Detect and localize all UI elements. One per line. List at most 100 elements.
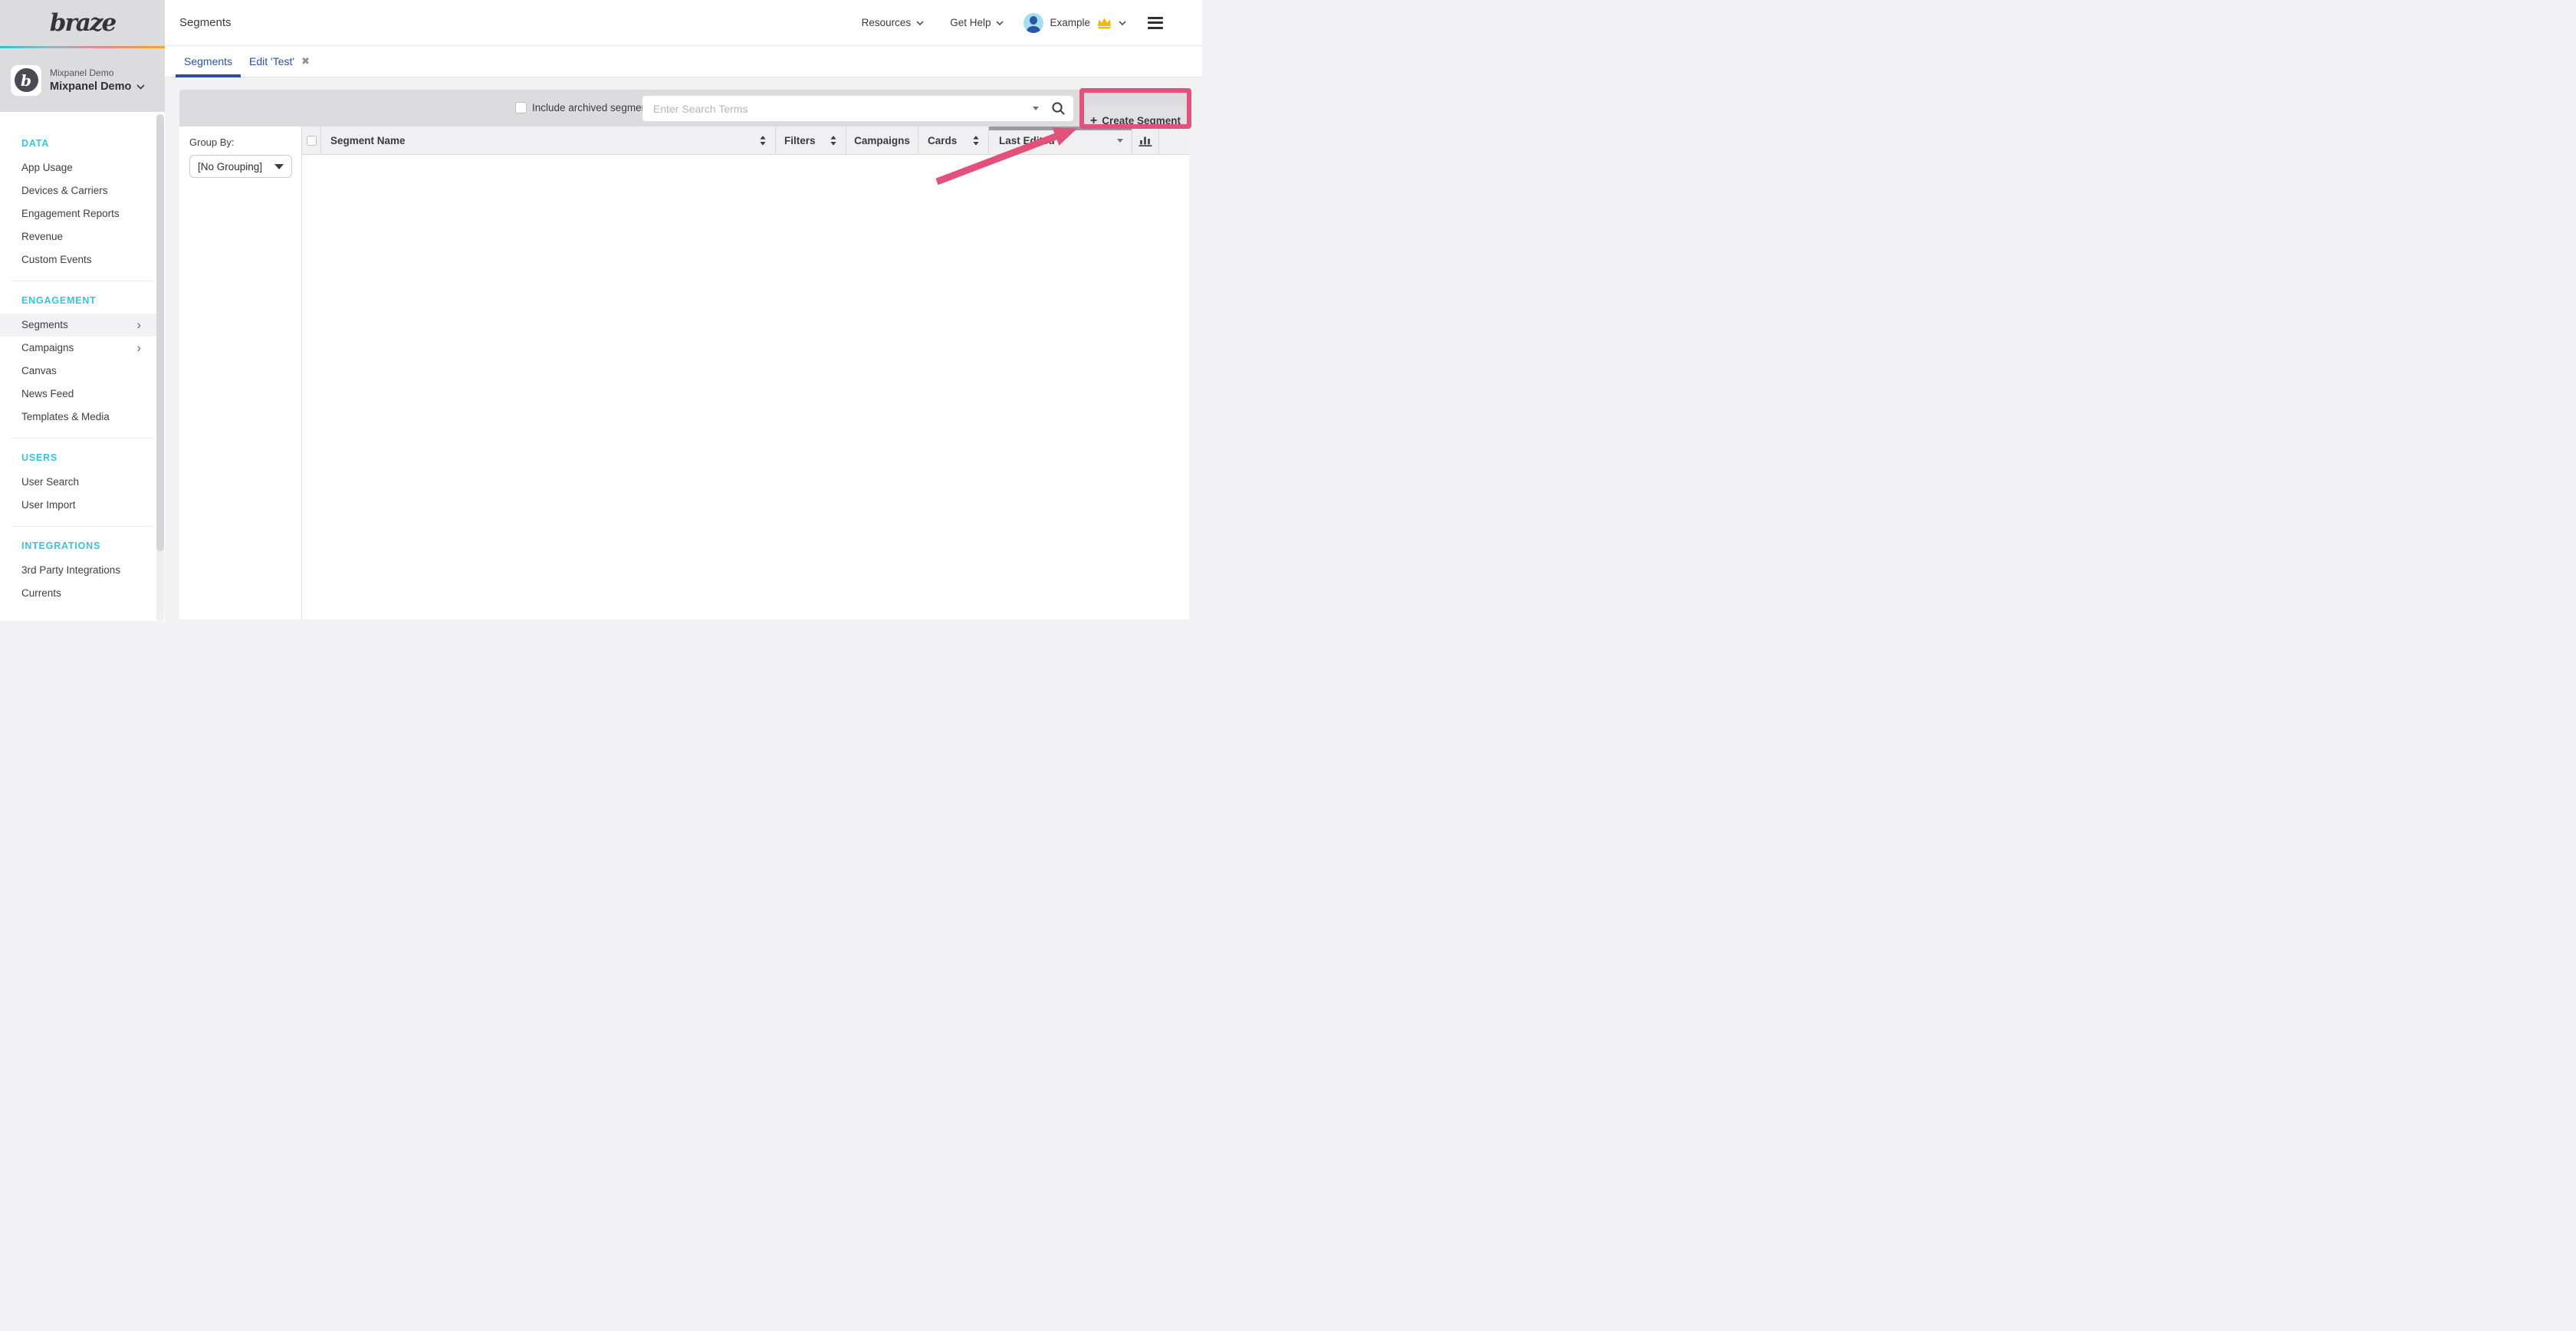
- group-by-value: [No Grouping]: [198, 161, 274, 173]
- sort-caret-icon[interactable]: [1117, 139, 1123, 143]
- sidebar-item-label: Campaigns: [21, 342, 74, 353]
- sidebar-nav: DATA App Usage Devices & Carriers Engage…: [0, 112, 165, 605]
- column-header-actions: [1159, 127, 1189, 154]
- table-header-row: Segment Name Filters Campaigns: [302, 127, 1189, 155]
- get-help-menu[interactable]: Get Help: [950, 17, 1004, 28]
- hamburger-menu-icon[interactable]: [1148, 17, 1163, 29]
- chevron-down-icon: [916, 21, 924, 25]
- sidebar-item-segments[interactable]: Segments ›: [0, 314, 156, 337]
- tab-label: Segments: [184, 55, 232, 67]
- top-bar: Segments Resources Get Help Example: [165, 0, 1202, 46]
- chevron-right-icon: ›: [136, 314, 141, 337]
- column-header-analytics[interactable]: [1132, 127, 1159, 154]
- table-body-empty: [302, 155, 1189, 619]
- sidebar-item-label: Engagement Reports: [21, 208, 120, 219]
- sort-icon[interactable]: [973, 136, 979, 146]
- sidebar-item-label: Canvas: [21, 365, 57, 376]
- segments-toolbar: Include archived segments + Create Segme…: [179, 90, 1189, 127]
- sidebar: braze b Mixpanel Demo Mixpanel Demo DATA…: [0, 0, 165, 621]
- dropdown-caret-icon: [274, 164, 284, 169]
- workspace-switcher[interactable]: b Mixpanel Demo Mixpanel Demo: [0, 48, 165, 112]
- nav-section-title-users: USERS: [0, 448, 165, 468]
- sidebar-item-canvas[interactable]: Canvas: [0, 360, 156, 383]
- chevron-down-icon: [136, 84, 145, 90]
- sidebar-item-news-feed[interactable]: News Feed: [0, 383, 156, 406]
- sidebar-item-custom-events[interactable]: Custom Events: [0, 248, 156, 271]
- tab-edit-test[interactable]: Edit 'Test' ✖: [241, 46, 318, 77]
- column-header-last-edited[interactable]: Last Edited: [989, 127, 1132, 154]
- get-help-label: Get Help: [950, 17, 991, 28]
- sidebar-item-app-usage[interactable]: App Usage: [0, 156, 156, 179]
- sidebar-item-label: Custom Events: [21, 254, 92, 265]
- sidebar-item-engagement-reports[interactable]: Engagement Reports: [0, 202, 156, 225]
- page-title: Segments: [179, 16, 232, 29]
- search-dropdown-caret-icon[interactable]: [1033, 107, 1039, 110]
- column-header-cards[interactable]: Cards: [918, 127, 989, 154]
- segments-table: Segment Name Filters Campaigns: [302, 127, 1189, 619]
- sidebar-item-label: 3rd Party Integrations: [21, 564, 120, 576]
- search-input[interactable]: [653, 103, 1033, 115]
- sidebar-item-revenue[interactable]: Revenue: [0, 225, 156, 248]
- sidebar-item-currents[interactable]: Currents: [0, 582, 156, 605]
- tab-segments[interactable]: Segments: [176, 46, 241, 77]
- resources-menu[interactable]: Resources: [862, 17, 925, 28]
- user-menu[interactable]: Example: [1024, 13, 1126, 33]
- sidebar-item-user-search[interactable]: User Search: [0, 471, 156, 494]
- sidebar-item-label: Templates & Media: [21, 411, 110, 422]
- brand-header: braze: [0, 0, 165, 46]
- sidebar-item-label: App Usage: [21, 162, 73, 173]
- close-tab-icon[interactable]: ✖: [301, 55, 310, 67]
- workspace-initial: b: [15, 68, 38, 92]
- select-all-checkbox[interactable]: [307, 136, 317, 146]
- tab-bar: Segments Edit 'Test' ✖: [165, 46, 1202, 77]
- search-icon[interactable]: [1051, 101, 1066, 116]
- segment-search-box: [642, 96, 1073, 121]
- group-by-label: Group By:: [189, 136, 291, 148]
- main-area: Segments Resources Get Help Example: [165, 0, 1202, 621]
- sort-icon[interactable]: [760, 136, 766, 146]
- nav-divider: [12, 438, 153, 439]
- sidebar-item-label: Currents: [21, 587, 61, 599]
- select-all-cell: [302, 127, 321, 154]
- plus-icon: +: [1090, 114, 1097, 128]
- sort-icon[interactable]: [830, 136, 836, 146]
- archived-checkbox[interactable]: [515, 102, 527, 113]
- nav-section-title-integrations: INTEGRATIONS: [0, 536, 165, 556]
- resources-label: Resources: [862, 17, 912, 28]
- crown-icon: [1096, 17, 1112, 29]
- sidebar-item-devices-carriers[interactable]: Devices & Carriers: [0, 179, 156, 202]
- column-header-campaigns[interactable]: Campaigns: [846, 127, 918, 154]
- group-by-panel: Group By: [No Grouping]: [179, 127, 302, 619]
- sidebar-item-label: User Search: [21, 476, 79, 488]
- create-segment-label: Create Segment: [1102, 115, 1181, 127]
- nav-divider: [12, 526, 153, 527]
- sidebar-item-3rd-party-integrations[interactable]: 3rd Party Integrations: [0, 559, 156, 582]
- workspace-name: Mixpanel Demo: [50, 81, 131, 93]
- tab-label: Edit 'Test': [249, 55, 294, 67]
- archived-checkbox-label: Include archived segments: [532, 102, 656, 113]
- braze-logo: braze: [50, 9, 115, 37]
- sidebar-item-user-import[interactable]: User Import: [0, 494, 156, 517]
- sidebar-item-label: Segments: [21, 319, 68, 330]
- sidebar-item-label: Devices & Carriers: [21, 185, 108, 196]
- sidebar-item-campaigns[interactable]: Campaigns ›: [0, 337, 156, 360]
- sidebar-scrollbar-thumb[interactable]: [156, 114, 164, 551]
- column-header-segment-name[interactable]: Segment Name: [321, 127, 776, 154]
- sidebar-item-label: User Import: [21, 499, 76, 511]
- sidebar-item-templates-media[interactable]: Templates & Media: [0, 406, 156, 429]
- segments-content: Include archived segments + Create Segme…: [179, 77, 1189, 619]
- sidebar-item-label: Revenue: [21, 231, 63, 242]
- bar-chart-icon: [1138, 134, 1153, 147]
- group-by-select[interactable]: [No Grouping]: [189, 155, 292, 178]
- nav-section-title-data: DATA: [0, 133, 165, 153]
- nav-section-title-engagement: ENGAGEMENT: [0, 291, 165, 311]
- avatar: [1024, 13, 1043, 33]
- chevron-right-icon: ›: [136, 337, 141, 360]
- column-drag-indicator: [989, 127, 1132, 130]
- chevron-down-icon: [996, 21, 1004, 25]
- workspace-icon: b: [11, 65, 41, 96]
- column-header-filters[interactable]: Filters: [776, 127, 846, 154]
- workspace-company-label: Mixpanel Demo: [50, 67, 145, 78]
- sidebar-item-label: News Feed: [21, 388, 74, 399]
- include-archived-toggle[interactable]: Include archived segments: [515, 102, 656, 113]
